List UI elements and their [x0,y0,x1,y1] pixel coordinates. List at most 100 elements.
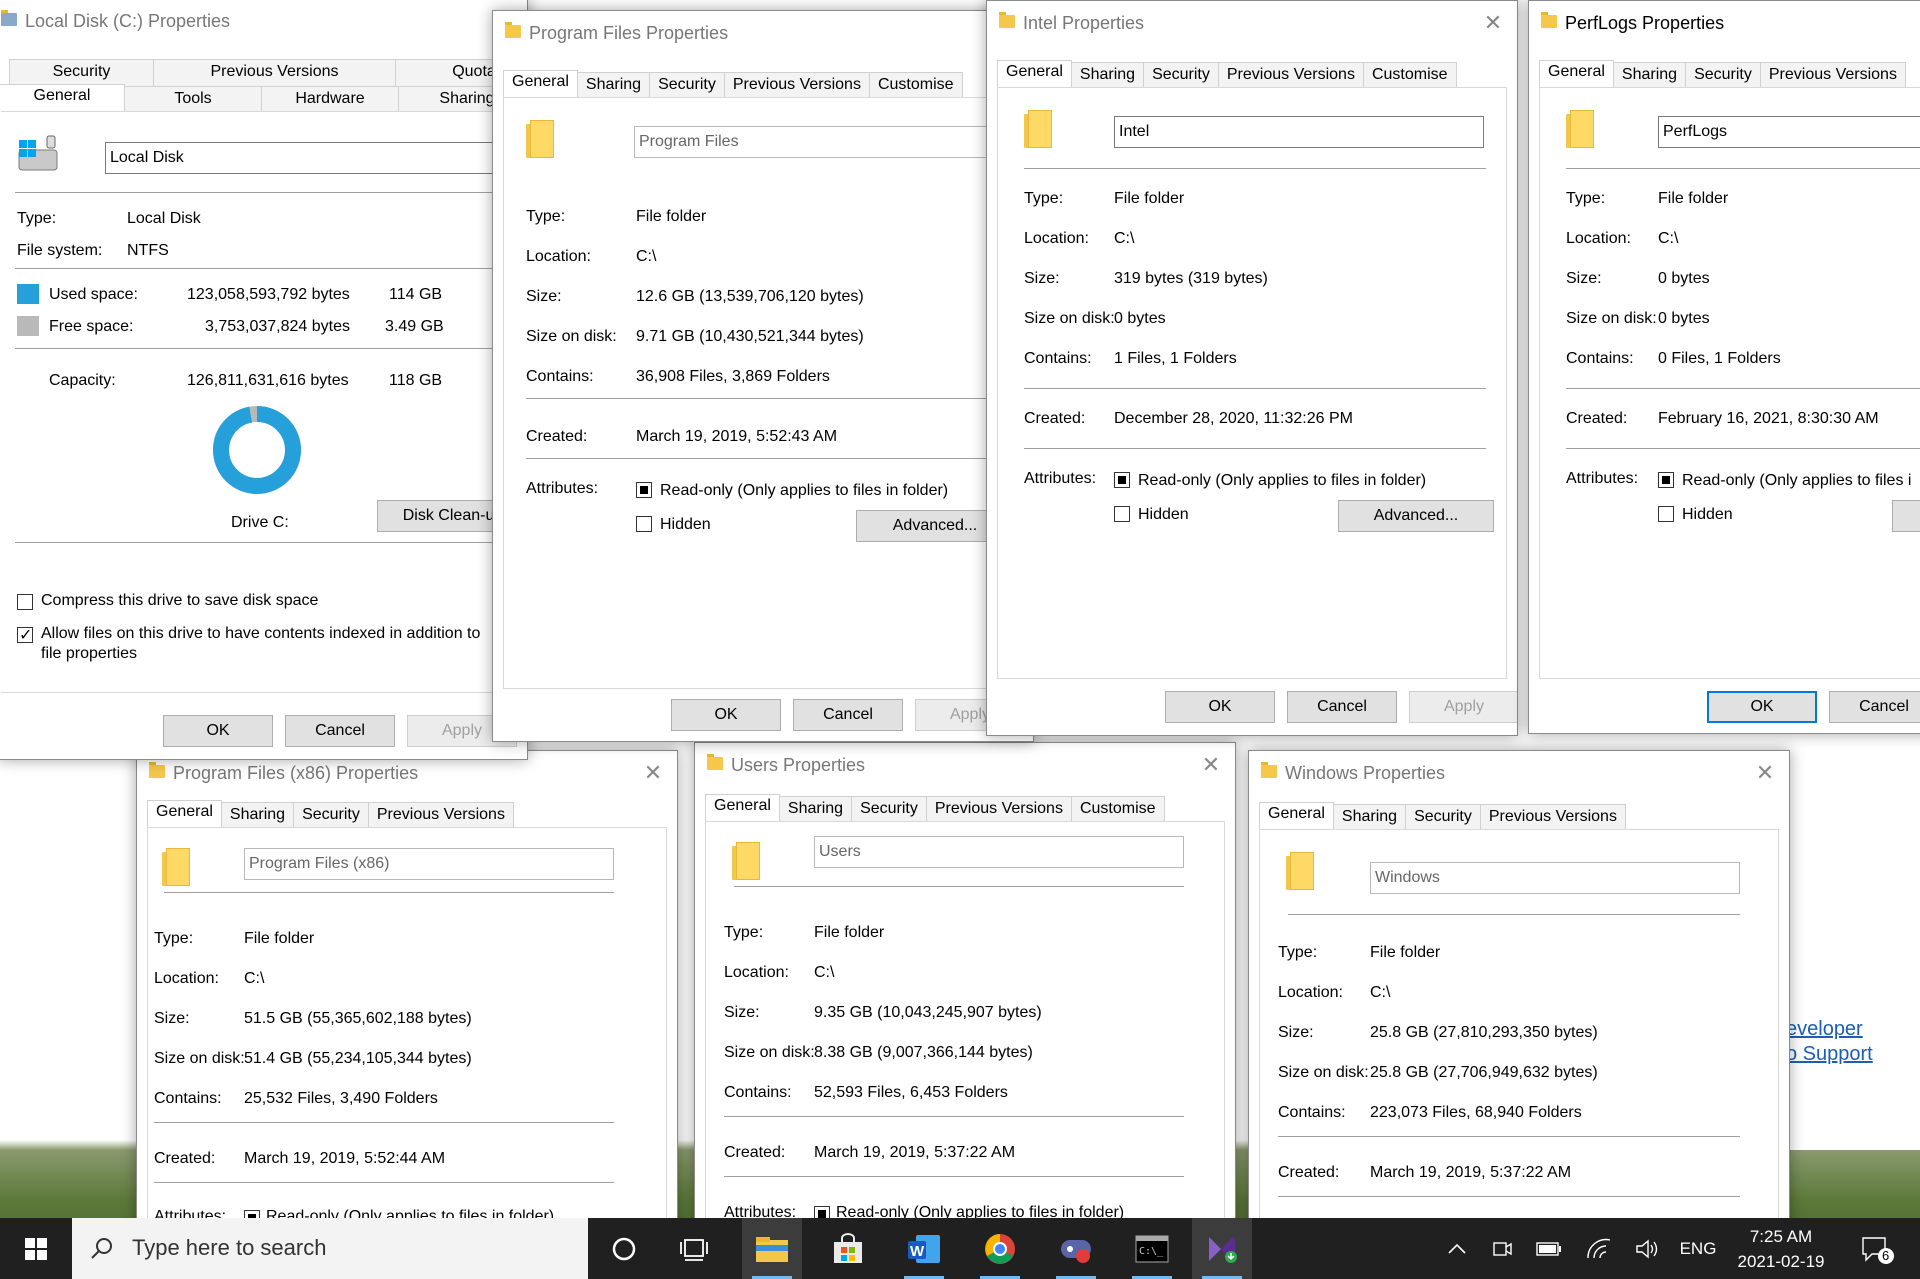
clock[interactable]: 7:25 AM 2021-02-19 [1726,1218,1836,1279]
task-view-button[interactable] [664,1218,724,1279]
title-bar[interactable]: Program Files Properties [493,11,1033,55]
folder-name-field[interactable]: Windows [1370,862,1740,894]
users-properties-window: Users Properties ✕ General Sharing Securit… [694,742,1236,1264]
folder-name-field[interactable]: Program Files [634,126,1033,158]
tab-tools[interactable]: Tools [124,86,262,114]
close-icon[interactable]: ✕ [639,759,667,787]
cancel-button[interactable]: Cancel [1287,691,1397,723]
ok-button[interactable]: OK [1707,691,1817,723]
tab-customise[interactable]: Customise [1362,62,1457,90]
microsoft-store-taskbar-button[interactable] [818,1218,878,1279]
tab-previous-versions[interactable]: Previous Versions [1217,62,1364,90]
folder-name-field[interactable]: Program Files (x86) [244,848,614,880]
used-space-bytes: 123,058,593,792 bytes [187,286,350,303]
tab-security[interactable]: Security [851,796,927,824]
tab-previous-versions[interactable]: Previous Versions [367,802,514,830]
location-label: Location: [1278,984,1343,1001]
tab-sharing[interactable]: Sharing [1612,62,1687,90]
tab-previous-versions[interactable]: Previous Versions [1479,804,1626,832]
hidden-checkbox[interactable] [1658,506,1674,522]
search-box[interactable]: Type here to search [72,1218,588,1279]
network-tray-button[interactable] [1580,1218,1618,1279]
tab-sharing[interactable]: Sharing [576,72,651,100]
action-center-button[interactable]: 6 [1852,1218,1902,1279]
start-button[interactable] [6,1218,66,1279]
divider [526,398,1033,399]
controller-icon [1061,1239,1091,1263]
size-on-disk-label: Size on disk: [154,1050,245,1067]
tab-sharing[interactable]: Sharing [1070,62,1145,90]
tab-security[interactable]: Security [1143,62,1219,90]
ok-button[interactable]: OK [163,715,273,747]
chrome-taskbar-button[interactable] [970,1218,1030,1279]
folder-name-field[interactable]: PerfLogs [1658,116,1920,148]
command-prompt-taskbar-button[interactable]: C:\_ [1122,1218,1182,1279]
battery-tray-button[interactable] [1530,1218,1568,1279]
tab-strip: General Sharing Security Previous Versions [147,799,514,831]
readonly-checkbox[interactable] [1114,472,1130,488]
tab-security[interactable]: Security [1685,62,1761,90]
divider [15,192,527,193]
folder-name-field[interactable]: Users [814,836,1184,868]
background-link-support[interactable]: o Support [1786,1043,1873,1066]
window-title: Users Properties [731,755,866,775]
title-bar[interactable]: PerfLogs Properties [1529,1,1920,45]
cancel-button[interactable]: Cancel [1829,691,1920,723]
readonly-checkbox[interactable] [1658,472,1674,488]
file-explorer-taskbar-button[interactable] [742,1218,802,1279]
close-icon[interactable]: ✕ [1751,759,1779,787]
tab-security[interactable]: Security [649,72,725,100]
hidden-checkbox[interactable] [1114,506,1130,522]
tab-security[interactable]: Security [293,802,369,830]
hidden-checkbox[interactable] [636,516,652,532]
show-hidden-icons-chevron[interactable] [1440,1218,1474,1279]
title-bar[interactable]: Intel Properties ✕ [987,1,1517,45]
type-value: File folder [814,924,885,941]
capacity-bytes: 126,811,631,616 bytes [187,372,349,389]
title-bar[interactable]: Windows Properties ✕ [1249,751,1789,795]
tab-previous-versions[interactable]: Previous Versions [1759,62,1906,90]
tab-sharing[interactable]: Sharing [220,802,295,830]
word-taskbar-button[interactable]: W [894,1218,954,1279]
tab-customise[interactable]: Customise [1070,796,1165,824]
index-checkbox[interactable] [17,625,33,645]
title-bar[interactable]: Local Disk (C:) Properties [0,0,527,43]
contains-value: 52,593 Files, 6,453 Folders [814,1084,1008,1101]
cancel-button[interactable]: Cancel [793,699,903,731]
file-system-value: NTFS [127,242,169,259]
background-link-developer[interactable]: eveloper [1786,1018,1863,1041]
apply-button[interactable]: Apply [1409,691,1517,723]
volume-tray-button[interactable] [1628,1218,1666,1279]
drive-name-field[interactable]: Local Disk [105,142,527,174]
close-icon[interactable]: ✕ [1197,751,1225,779]
input-language-indicator[interactable]: ENG [1674,1218,1722,1279]
close-icon[interactable]: ✕ [1479,9,1507,37]
advanced-button[interactable]: Advanced... [1338,500,1494,532]
cancel-button[interactable]: Cancel [285,715,395,747]
created-label: Created: [1566,410,1628,427]
window-title: PerfLogs Properties [1565,13,1725,33]
readonly-checkbox[interactable] [636,482,652,498]
game-app-taskbar-button[interactable] [1046,1218,1106,1279]
tab-hardware[interactable]: Hardware [261,86,399,114]
tab-sharing[interactable]: Sharing [1332,804,1407,832]
cortana-button[interactable] [594,1218,654,1279]
tab-security[interactable]: Security [1405,804,1481,832]
location-label: Location: [154,970,219,987]
meet-now-tray-button[interactable] [1484,1218,1520,1279]
tab-previous-versions[interactable]: Previous Versions [925,796,1072,824]
tab-previous-versions[interactable]: Previous Versions [723,72,870,100]
tab-sharing[interactable]: Sharing [778,796,853,824]
type-label: Type: [17,210,57,227]
general-panel: Intel Type: File folder Location: C:\ Si… [997,87,1507,679]
ok-button[interactable]: OK [671,699,781,731]
compress-checkbox[interactable] [17,594,33,610]
disk-usage-donut-chart [213,406,301,494]
folder-name-field[interactable]: Intel [1114,116,1484,148]
visual-studio-installer-taskbar-button[interactable] [1192,1218,1252,1279]
advanced-button[interactable] [1892,500,1920,532]
ok-button[interactable]: OK [1165,691,1275,723]
title-bar[interactable]: Users Properties ✕ [695,743,1235,787]
drive-label: Drive C: [231,514,289,531]
tab-customise[interactable]: Customise [868,72,963,100]
